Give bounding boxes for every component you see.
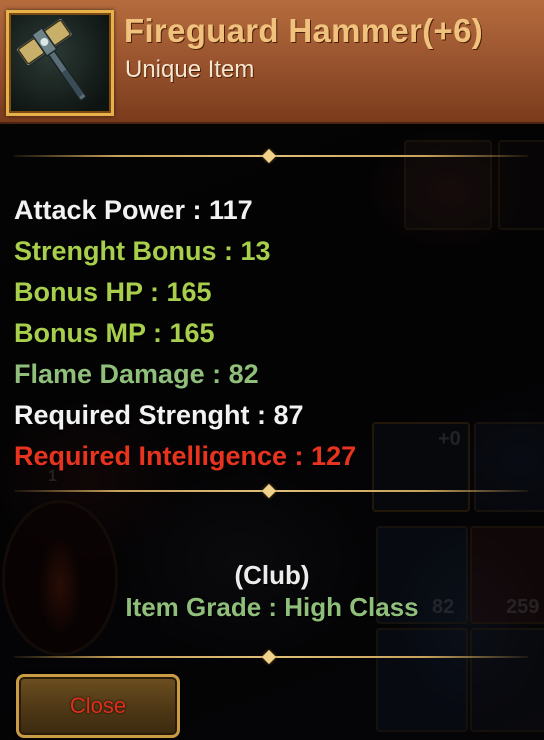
item-rarity: Unique Item xyxy=(125,56,255,83)
stat-list: Attack Power : 117 Strenght Bonus : 13 B… xyxy=(14,190,494,477)
war-hammer-icon xyxy=(15,17,87,101)
stat-flame-damage: Flame Damage : 82 xyxy=(14,359,259,389)
item-icon-frame xyxy=(6,10,114,116)
stat-required-strength: Required Strenght : 87 xyxy=(14,400,304,430)
item-name: Fireguard Hammer(+6) xyxy=(124,12,484,49)
stat-required-intelligence: Required Intelligence : 127 xyxy=(14,441,357,471)
close-button-label: Close xyxy=(69,693,127,718)
divider xyxy=(14,148,528,164)
item-grade: Item Grade : High Class xyxy=(125,592,419,622)
tooltip-header: Fireguard Hammer(+6) Unique Item xyxy=(0,0,544,124)
stat-strength-bonus: Strenght Bonus : 13 xyxy=(14,236,271,266)
stat-bonus-mp: Bonus MP : 165 xyxy=(14,318,215,348)
item-tooltip: Fireguard Hammer(+6) Unique Item Attack … xyxy=(0,0,544,740)
divider xyxy=(14,483,528,499)
close-button[interactable]: Close xyxy=(16,674,180,738)
divider xyxy=(14,649,528,665)
stat-attack-power: Attack Power : 117 xyxy=(14,195,253,225)
item-type: (Club) xyxy=(234,560,310,590)
stat-bonus-hp: Bonus HP : 165 xyxy=(14,277,212,307)
